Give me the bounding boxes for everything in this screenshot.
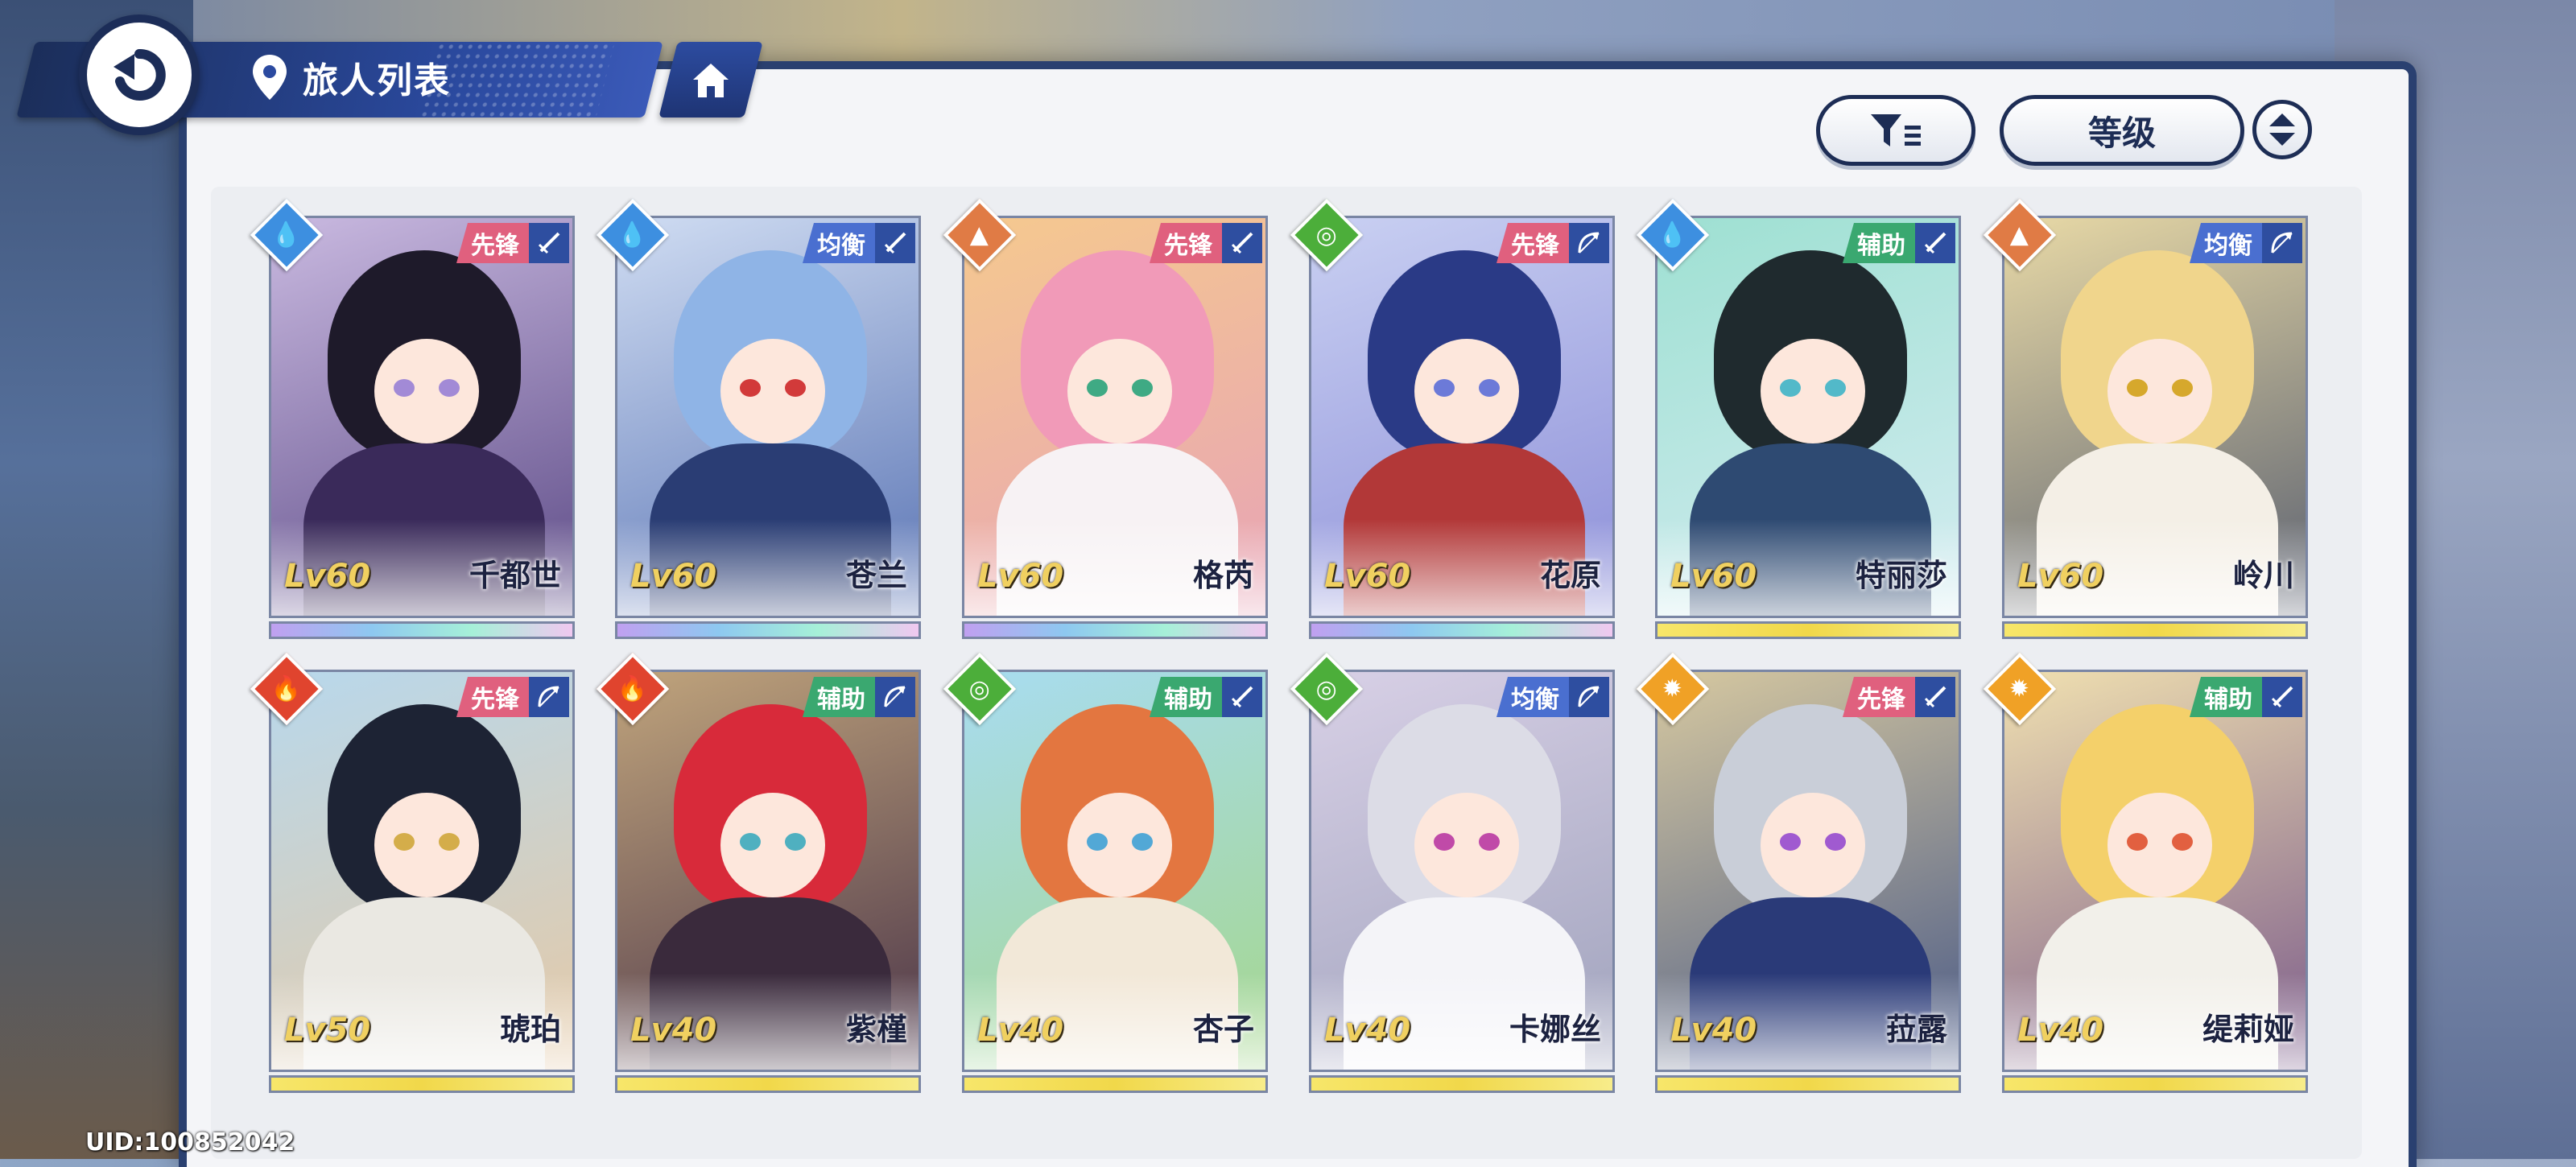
sword-icon <box>1222 677 1262 717</box>
rarity-strip <box>2002 1075 2308 1093</box>
card-frame: Lv40 菈露 先锋 <box>1655 670 1961 1072</box>
rarity-strip <box>615 1075 921 1093</box>
character-name: 花原 <box>1539 558 1601 593</box>
character-level: Lv60 <box>1670 558 1757 595</box>
character-level: Lv40 <box>1324 1012 1411 1049</box>
character-name: 杏子 <box>1192 1012 1254 1047</box>
background-left <box>0 0 193 1159</box>
back-button[interactable] <box>79 14 200 135</box>
sword-icon <box>1915 223 1955 263</box>
rarity-strip <box>962 621 1268 639</box>
character-card[interactable]: Lv40 菈露 先锋 ✹ <box>1636 652 1961 1093</box>
character-card[interactable]: Lv40 杏子 辅助 ◎ <box>943 652 1268 1093</box>
sort-order-toggle[interactable] <box>2252 100 2312 159</box>
character-name: 千都世 <box>469 558 561 593</box>
bow-icon <box>529 677 569 717</box>
role-badge: 先锋 <box>1843 677 1920 717</box>
character-card[interactable]: Lv50 琥珀 先锋 🔥 <box>250 652 575 1093</box>
character-name: 菈露 <box>1885 1012 1947 1047</box>
rarity-strip <box>1655 621 1961 639</box>
bow-icon <box>1569 677 1609 717</box>
character-level: Lv60 <box>630 558 717 595</box>
character-name: 岭川 <box>2232 558 2294 593</box>
role-badge: 先锋 <box>1496 223 1574 263</box>
home-icon <box>693 64 729 97</box>
role-badge: 先锋 <box>1150 223 1227 263</box>
bow-icon <box>875 677 915 717</box>
card-frame: Lv40 缇莉娅 辅助 <box>2002 670 2308 1072</box>
sort-by-button[interactable]: 等级 <box>2000 95 2244 166</box>
role-badge: 先锋 <box>456 677 534 717</box>
role-badge: 均衡 <box>803 223 880 263</box>
character-level: Lv60 <box>1324 558 1411 595</box>
role-badge: 辅助 <box>803 677 880 717</box>
character-name: 格芮 <box>1192 558 1254 593</box>
rarity-strip <box>269 621 575 639</box>
role-badge: 均衡 <box>1496 677 1574 717</box>
card-frame: Lv60 岭川 均衡 <box>2002 216 2308 618</box>
character-level: Lv50 <box>284 1012 371 1049</box>
sword-icon <box>875 223 915 263</box>
character-level: Lv60 <box>977 558 1064 595</box>
character-card[interactable]: Lv60 千都世 先锋 💧 <box>250 198 575 639</box>
character-name: 特丽莎 <box>1855 558 1947 593</box>
character-card[interactable]: Lv40 卡娜丝 均衡 ◎ <box>1290 652 1615 1093</box>
location-pin-icon <box>253 55 287 100</box>
rarity-strip <box>1309 1075 1615 1093</box>
character-level: Lv60 <box>2017 558 2104 595</box>
sword-icon <box>2262 677 2302 717</box>
character-card[interactable]: Lv60 花原 先锋 ◎ <box>1290 198 1615 639</box>
rarity-strip <box>269 1075 575 1093</box>
card-frame: Lv60 千都世 先锋 <box>269 216 575 618</box>
character-level: Lv40 <box>2017 1012 2104 1049</box>
card-frame: Lv40 卡娜丝 均衡 <box>1309 670 1615 1072</box>
rarity-strip <box>962 1075 1268 1093</box>
role-badge: 辅助 <box>1150 677 1227 717</box>
role-badge: 辅助 <box>2190 677 2267 717</box>
filter-icon <box>1871 114 1921 146</box>
character-card[interactable]: Lv60 格芮 先锋 ▲ <box>943 198 1268 639</box>
sword-icon <box>1222 223 1262 263</box>
back-arrow-icon <box>114 48 166 101</box>
card-frame: Lv40 杏子 辅助 <box>962 670 1268 1072</box>
character-name: 缇莉娅 <box>2202 1012 2294 1047</box>
bow-icon <box>1569 223 1609 263</box>
sort-order-icon <box>2269 113 2295 146</box>
character-name: 卡娜丝 <box>1509 1012 1601 1047</box>
card-frame: Lv60 格芮 先锋 <box>962 216 1268 618</box>
rarity-strip <box>615 621 921 639</box>
rarity-strip <box>1309 621 1615 639</box>
character-card[interactable]: Lv60 岭川 均衡 ▲ <box>1983 198 2308 639</box>
character-card[interactable]: Lv60 特丽莎 辅助 💧 <box>1636 198 1961 639</box>
user-id: UID:100852042 <box>85 1128 295 1157</box>
character-name: 紫槿 <box>845 1012 907 1047</box>
character-name: 琥珀 <box>499 1012 561 1047</box>
card-frame: Lv60 特丽莎 辅助 <box>1655 216 1961 618</box>
sword-icon <box>1915 677 1955 717</box>
sword-icon <box>529 223 569 263</box>
character-card[interactable]: Lv40 缇莉娅 辅助 ✹ <box>1983 652 2308 1093</box>
role-badge: 先锋 <box>456 223 534 263</box>
character-card[interactable]: Lv60 苍兰 均衡 💧 <box>596 198 921 639</box>
character-name: 苍兰 <box>845 558 907 593</box>
card-frame: Lv60 苍兰 均衡 <box>615 216 921 618</box>
rarity-strip <box>1655 1075 1961 1093</box>
role-badge: 均衡 <box>2190 223 2267 263</box>
card-frame: Lv40 紫槿 辅助 <box>615 670 921 1072</box>
character-level: Lv40 <box>630 1012 717 1049</box>
card-frame: Lv60 花原 先锋 <box>1309 216 1615 618</box>
bow-icon <box>2262 223 2302 263</box>
page-title: 旅人列表 <box>303 60 451 101</box>
card-frame: Lv50 琥珀 先锋 <box>269 670 575 1072</box>
role-badge: 辅助 <box>1843 223 1920 263</box>
character-level: Lv60 <box>284 558 371 595</box>
filter-button[interactable] <box>1816 95 1975 166</box>
rarity-strip <box>2002 621 2308 639</box>
character-level: Lv40 <box>977 1012 1064 1049</box>
character-level: Lv40 <box>1670 1012 1757 1049</box>
character-card[interactable]: Lv40 紫槿 辅助 🔥 <box>596 652 921 1093</box>
